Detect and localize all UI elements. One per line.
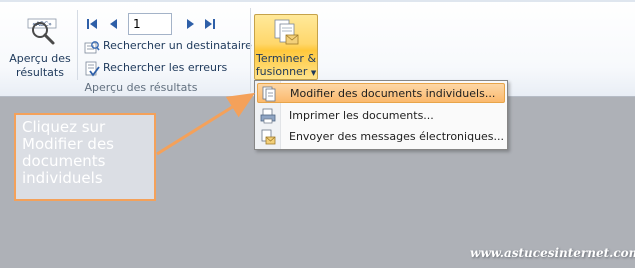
watermark: www.astucesinternet.com (470, 246, 635, 260)
instruction-callout: Cliquez sur Modifier des documents indiv… (14, 113, 156, 201)
callout-text: Cliquez sur Modifier des documents indiv… (22, 118, 114, 187)
